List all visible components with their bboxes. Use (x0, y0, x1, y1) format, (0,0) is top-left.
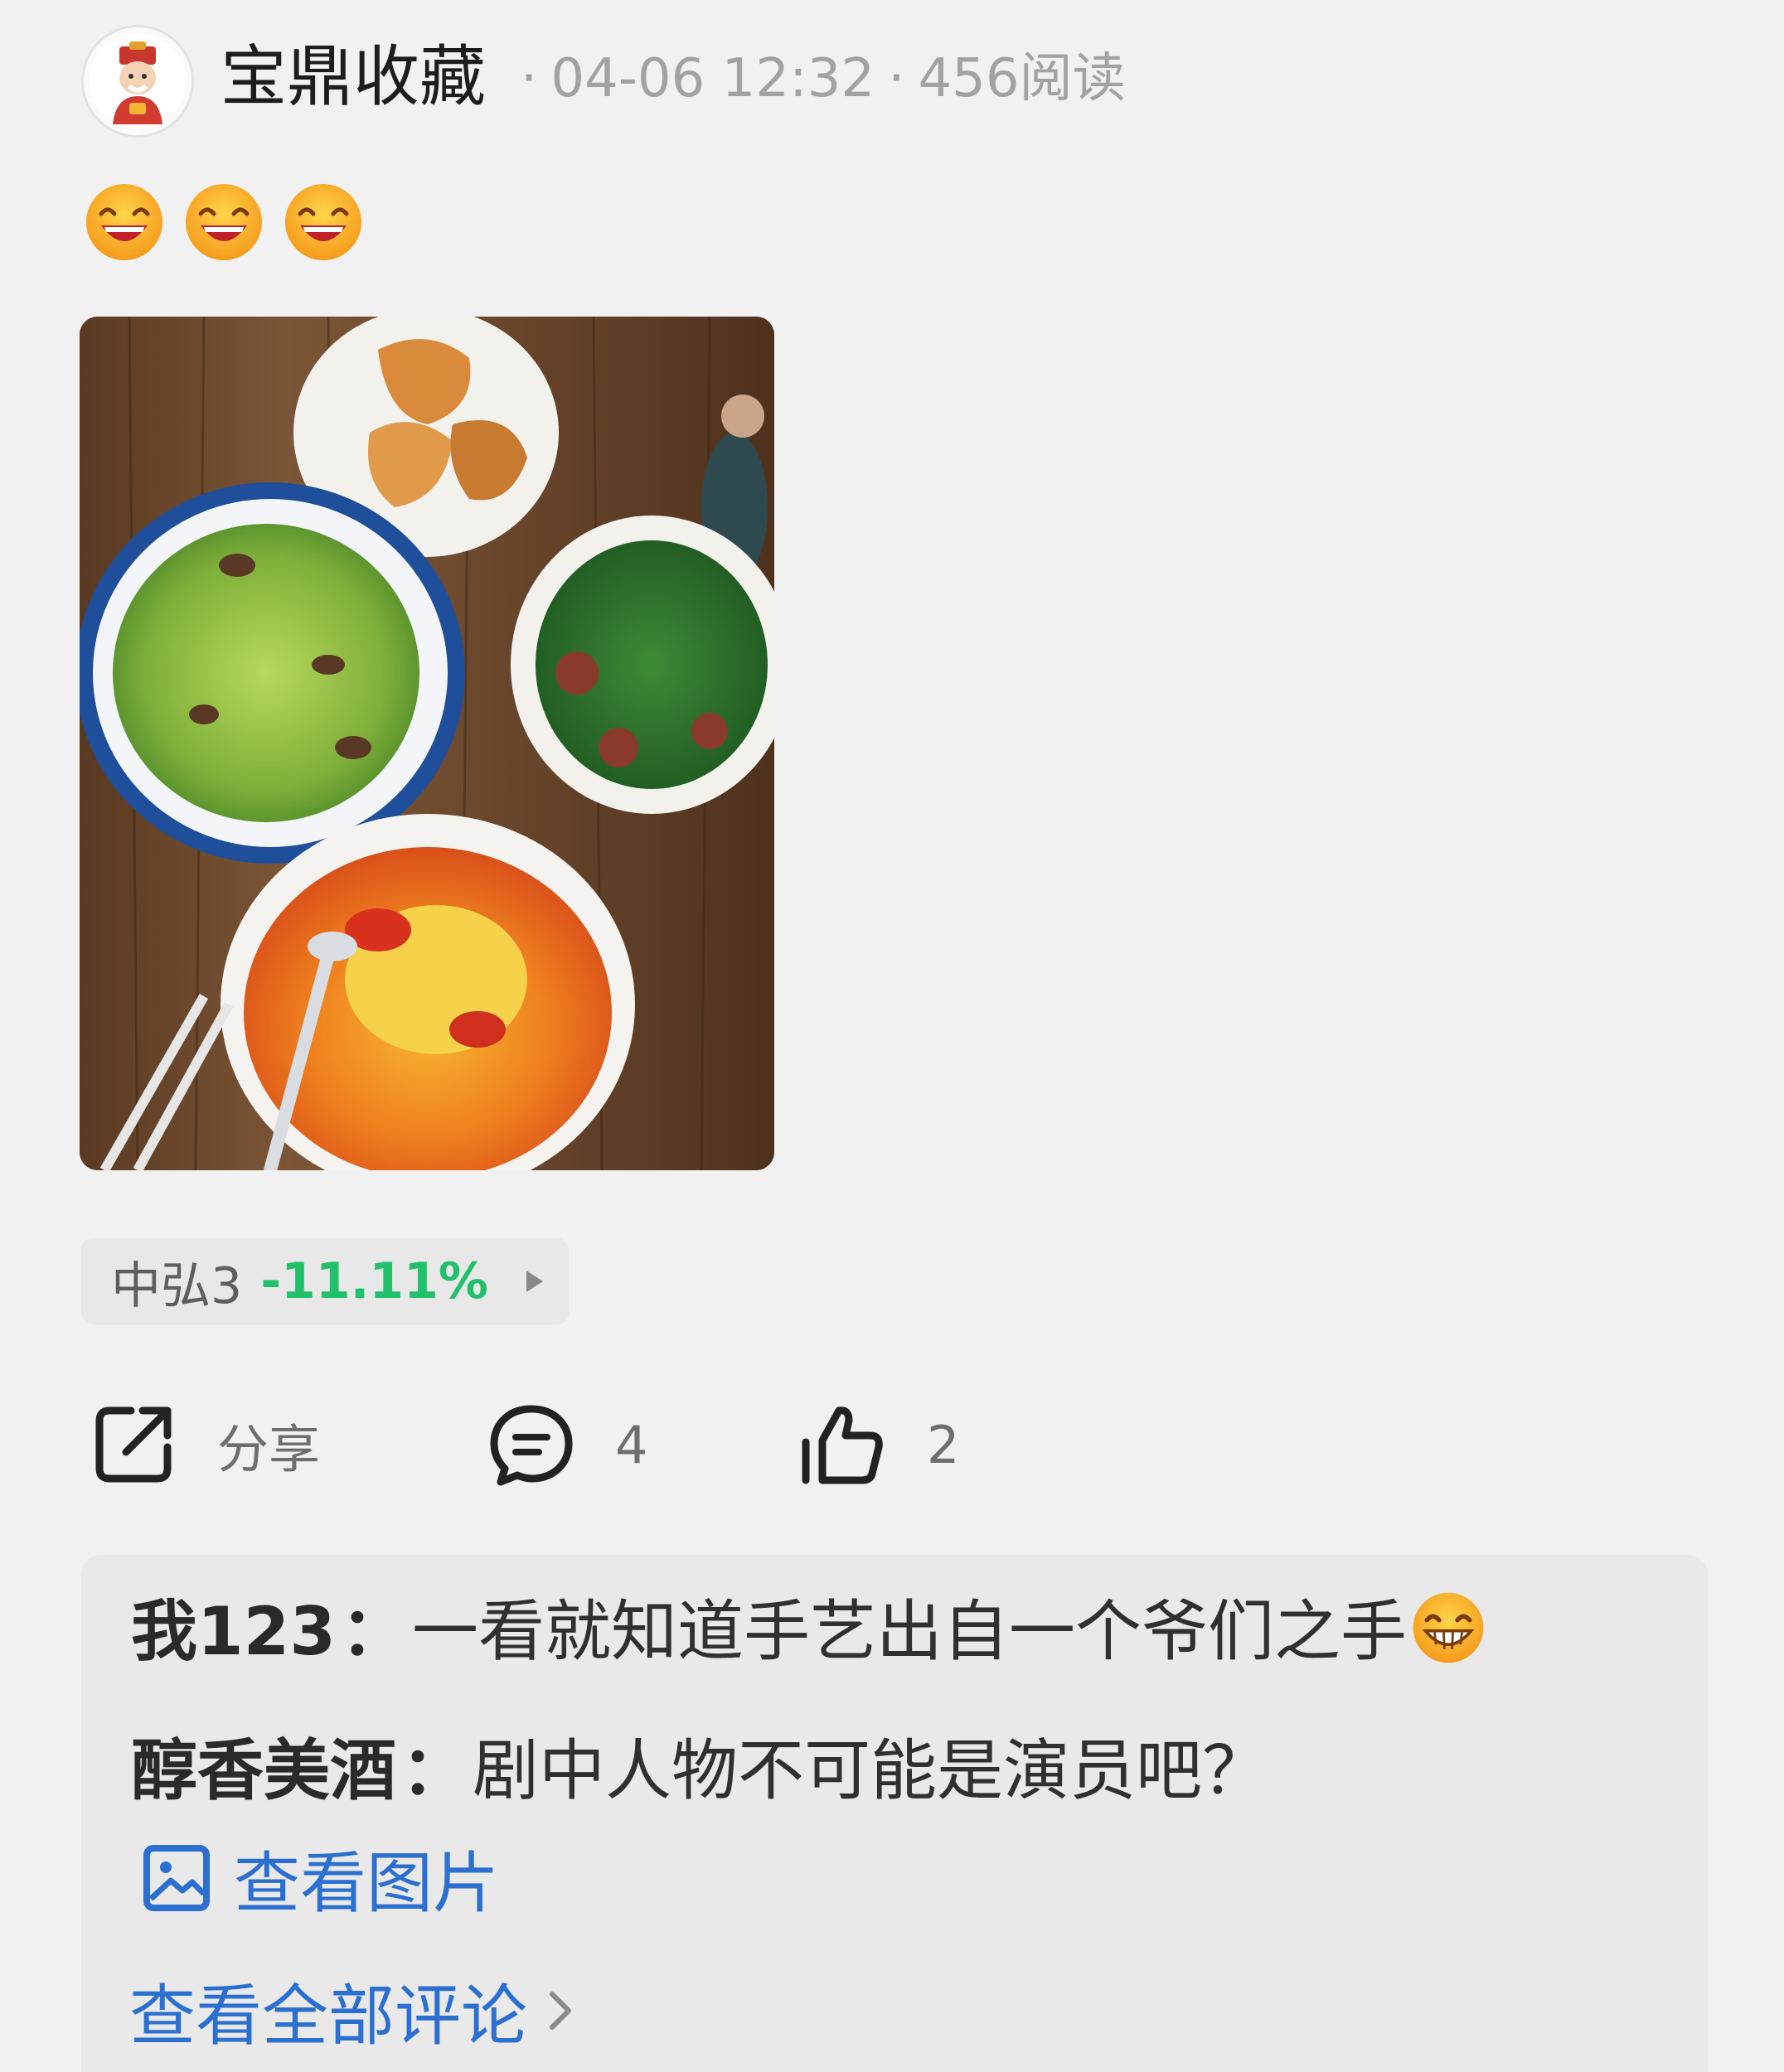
read-count: 456阅读 (918, 48, 1126, 109)
comment-user[interactable]: 我123 (131, 1593, 336, 1670)
meta-separator: · (888, 48, 905, 109)
chevron-right-icon (550, 1992, 571, 2030)
grin-emoji-icon (285, 184, 361, 260)
comment-icon (490, 1405, 573, 1486)
stock-change: -11.11% (260, 1252, 488, 1310)
grin-emoji-icon (186, 184, 262, 260)
comment-item[interactable]: 醇香美酒：剧中人物不可能是演员吧？ (131, 1726, 1268, 1817)
meta-separator: · (521, 48, 538, 109)
post-date: 04-06 12:32 (550, 48, 875, 109)
image-icon (143, 1845, 210, 1911)
comment-user[interactable]: 醇香美酒 (131, 1732, 396, 1809)
post-meta: · 04-06 12:32 · 456阅读 (507, 43, 1126, 114)
author-name[interactable]: 宝鼎收藏 (221, 31, 486, 123)
caishen-avatar-icon (90, 33, 186, 129)
view-all-comments-link[interactable]: 查看全部评论 (129, 1963, 577, 2059)
thumbs-up-icon (802, 1406, 883, 1484)
stock-tag[interactable]: 中弘3 -11.11% (81, 1238, 569, 1324)
view-image-link[interactable]: 查看图片 (143, 1830, 499, 1926)
share-label: 分享 (217, 1419, 321, 1479)
like-count: 2 (927, 1414, 960, 1475)
comment-text: 一看就知道手艺出自一个爷们之手 (412, 1593, 1407, 1670)
post-text-emojis (83, 181, 365, 264)
grin-teeth-emoji-icon (1413, 1592, 1484, 1663)
comment-count: 4 (615, 1414, 648, 1475)
comment-text: 剧中人物不可能是演员吧？ (473, 1732, 1268, 1809)
comment-item[interactable]: 我123：一看就知道手艺出自一个爷们之手 (131, 1586, 1486, 1677)
play-arrow-icon (526, 1271, 543, 1292)
comment-colon: ： (341, 1593, 407, 1670)
avatar[interactable] (81, 25, 194, 138)
share-button[interactable]: 分享 (88, 1399, 320, 1490)
post-photo[interactable] (80, 317, 774, 1170)
comment-colon: ： (401, 1732, 468, 1809)
view-image-label: 查看图片 (234, 1845, 499, 1922)
food-photo-image (80, 317, 774, 1170)
stock-name: 中弘3 (111, 1256, 243, 1315)
like-button[interactable]: 2 (797, 1399, 959, 1490)
comment-button[interactable]: 4 (486, 1399, 647, 1490)
grin-emoji-icon (86, 184, 162, 260)
share-icon (95, 1406, 172, 1483)
view-all-comments-label: 查看全部评论 (129, 1978, 527, 2055)
